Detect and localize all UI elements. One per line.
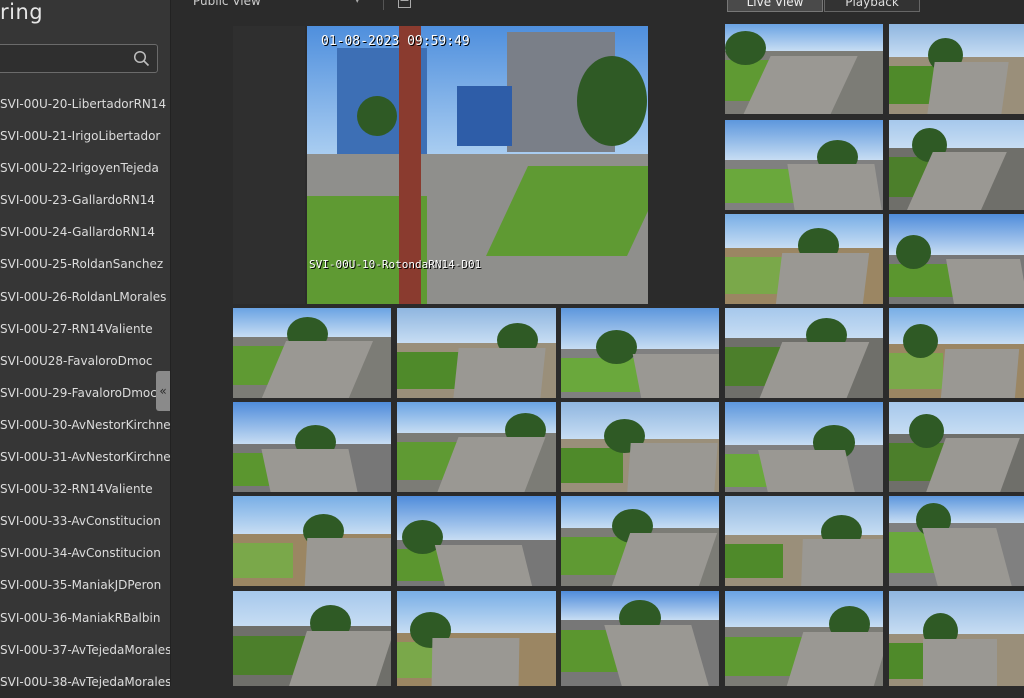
main-camera-feed[interactable]: 01-08-2023 09:59:49 SVI-00U-10-RotondaRN… xyxy=(307,26,648,304)
camera-feed-tile[interactable] xyxy=(561,308,719,398)
collapse-arrow-icon[interactable]: « xyxy=(156,371,170,411)
toolbar-divider xyxy=(383,0,384,10)
camera-feed-tile[interactable] xyxy=(889,402,1024,492)
app-title: ring xyxy=(0,0,44,24)
tab-playback[interactable]: Playback xyxy=(824,0,920,12)
camera-feed-tile[interactable] xyxy=(725,308,883,398)
camera-list-item[interactable]: SVI-00U-36-ManiakRBalbin xyxy=(0,602,170,634)
camera-feed-tile[interactable] xyxy=(725,120,883,210)
empty-feed-slot[interactable] xyxy=(233,26,305,304)
camera-feed-tile[interactable] xyxy=(397,308,556,398)
camera-list-item[interactable]: SVI-00U-27-RN14Valiente xyxy=(0,313,170,345)
search-input[interactable] xyxy=(0,44,158,73)
camera-list-item[interactable]: SVI-00U-23-GallardoRN14 xyxy=(0,184,170,216)
camera-sidebar: ring SVI-00U-20-LibertadorRN14 SVI-00U-21… xyxy=(0,0,171,689)
save-icon[interactable] xyxy=(398,0,411,8)
camera-feed-tile[interactable] xyxy=(397,496,556,586)
camera-list-item[interactable]: SVI-00U-25-RoldanSanchez xyxy=(0,248,170,280)
camera-feed-tile[interactable] xyxy=(889,120,1024,210)
camera-feed-tile[interactable] xyxy=(889,214,1024,304)
camera-name-label: SVI-00U-10-RotondaRN14-D01 xyxy=(309,258,482,271)
camera-list-item[interactable]: SVI-00U-31-AvNestorKirchner xyxy=(0,441,170,473)
camera-feed-tile[interactable] xyxy=(725,24,883,114)
camera-list-item[interactable]: SVI-00U-33-AvConstitucion xyxy=(0,505,170,537)
camera-list-item[interactable]: SVI-00U-29-FavaloroDmoc xyxy=(0,377,170,409)
camera-feed-tile[interactable] xyxy=(889,591,1024,686)
camera-feed-tile[interactable] xyxy=(233,496,391,586)
camera-list-item[interactable]: SVI-00U-37-AvTejedaMorales xyxy=(0,634,170,666)
camera-feed-tile[interactable] xyxy=(397,591,556,686)
camera-list-item[interactable]: SVI-00U-20-LibertadorRN14 xyxy=(0,88,170,120)
chevron-down-icon[interactable]: ▾ xyxy=(355,0,360,6)
camera-list-item[interactable]: SVI-00U28-FavaloroDmoc xyxy=(0,345,170,377)
camera-list-item[interactable]: SVI-00U-21-IrigoLibertador xyxy=(0,120,170,152)
camera-list-item[interactable]: SVI-00U-22-IrigoyenTejeda xyxy=(0,152,170,184)
camera-feed-tile[interactable] xyxy=(725,591,883,686)
camera-list: SVI-00U-20-LibertadorRN14 SVI-00U-21-Irig… xyxy=(0,88,170,698)
tab-live-view[interactable]: Live View xyxy=(727,0,823,12)
camera-feed-tile[interactable] xyxy=(233,402,391,492)
search-icon[interactable] xyxy=(133,50,150,67)
camera-timestamp: 01-08-2023 09:59:49 xyxy=(321,34,470,49)
camera-feed-tile[interactable] xyxy=(233,308,391,398)
camera-list-item[interactable]: SVI-00U-34-AvConstitucion xyxy=(0,537,170,569)
camera-feed-tile[interactable] xyxy=(725,214,883,304)
camera-feed-tile[interactable] xyxy=(233,591,391,686)
camera-list-item[interactable]: SVI-00U-24-GallardoRN14 xyxy=(0,216,170,248)
camera-grid: 01-08-2023 09:59:49 SVI-00U-10-RotondaRN… xyxy=(233,24,1024,686)
camera-feed-tile[interactable] xyxy=(725,402,883,492)
camera-list-item[interactable]: SVI-00U-35-ManiakJDPeron xyxy=(0,569,170,601)
camera-feed-tile[interactable] xyxy=(561,496,719,586)
camera-list-item[interactable]: SVI-00U-32-RN14Valiente xyxy=(0,473,170,505)
camera-feed-tile[interactable] xyxy=(889,24,1024,114)
camera-feed-tile[interactable] xyxy=(725,496,883,586)
camera-list-item[interactable]: SVI-00U-26-RoldanLMorales xyxy=(0,281,170,313)
camera-list-item[interactable]: SVI-00U-38-AvTejedaMorales xyxy=(0,666,170,698)
camera-feed-tile[interactable] xyxy=(397,402,556,492)
camera-feed-tile[interactable] xyxy=(889,496,1024,586)
view-selector[interactable]: Public View xyxy=(193,0,261,8)
camera-list-item[interactable]: SVI-00U-30-AvNestorKirchner xyxy=(0,409,170,441)
camera-feed-tile[interactable] xyxy=(561,402,719,492)
camera-feed-tile[interactable] xyxy=(889,308,1024,398)
camera-feed-tile[interactable] xyxy=(561,591,719,686)
